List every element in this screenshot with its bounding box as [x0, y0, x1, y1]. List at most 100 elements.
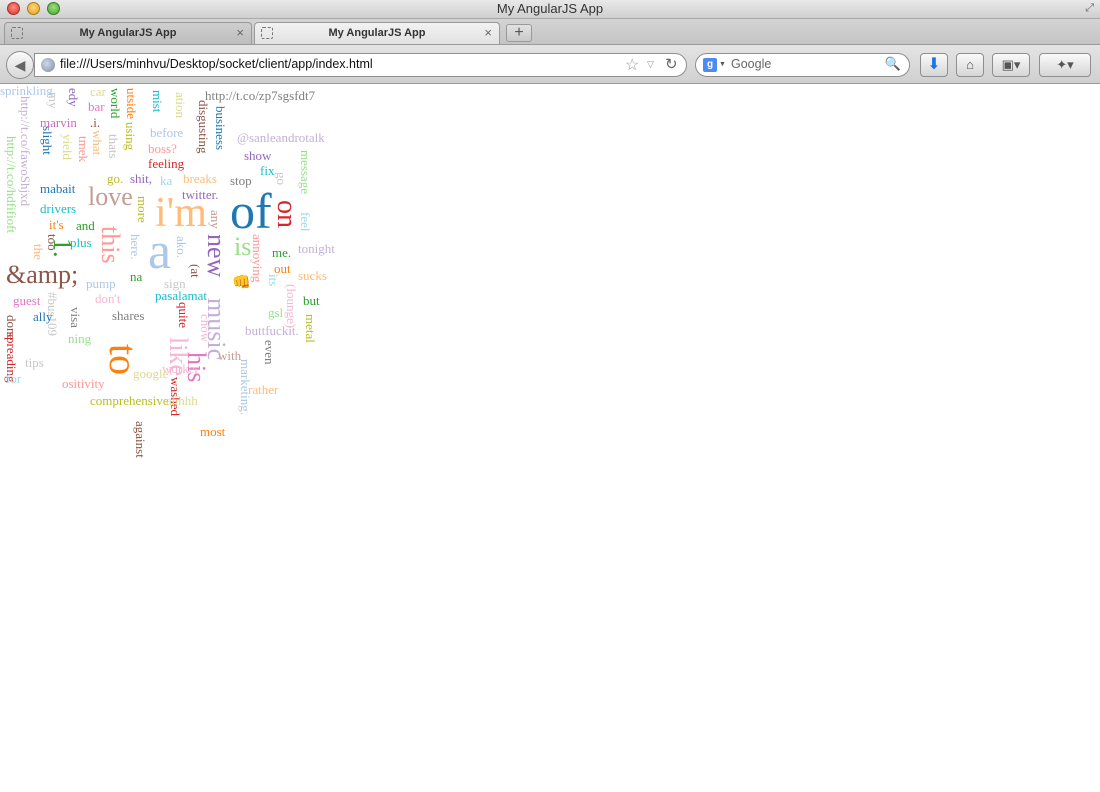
word-cloud-word: love — [88, 182, 133, 211]
bookmarks-menu-button[interactable]: ▣▾ — [992, 53, 1030, 77]
word-cloud-word: guest — [13, 293, 41, 308]
word-cloud-word: na — [130, 269, 143, 284]
word-cloud-word: world — [108, 88, 123, 119]
word-cloud-word: ahhhh — [166, 393, 198, 408]
word-cloud-word: go — [274, 172, 289, 185]
tab-1[interactable]: My AngularJS App × — [4, 22, 252, 44]
word-cloud-word: utside — [124, 88, 139, 120]
word-cloud-word: buttfuckit. — [245, 323, 299, 338]
word-cloud-word: (at — [188, 264, 203, 278]
word-cloud-word: bar — [88, 99, 105, 114]
word-cloud-word: feeling — [148, 156, 185, 171]
word-cloud-word: new — [202, 234, 231, 278]
word-cloud-word: yield — [60, 134, 75, 160]
word-cloud-word: chow — [198, 314, 213, 343]
tab-2[interactable]: My AngularJS App × — [254, 22, 500, 44]
word-cloud-word: what — [90, 130, 105, 156]
new-tab-button[interactable]: + — [506, 24, 532, 42]
word-cloud-word: business — [213, 106, 228, 151]
downloads-button[interactable]: ⬇ — [920, 53, 948, 77]
word-cloud-word: ka — [160, 173, 173, 188]
word-cloud-word: here. — [128, 234, 143, 260]
window-title: My AngularJS App — [496, 1, 604, 16]
word-cloud-word: car — [90, 84, 106, 99]
word-cloud-word: rather — [248, 382, 279, 397]
word-cloud-word: @sanleandrotalk — [237, 130, 325, 145]
word-cloud-word: this — [96, 226, 125, 264]
word-cloud-word: tmek — [76, 136, 91, 162]
word-cloud-word: against — [133, 421, 148, 458]
word-cloud-word: most — [200, 424, 226, 439]
word-cloud-word: annoying — [250, 234, 265, 283]
home-button[interactable]: ⌂ — [956, 53, 984, 77]
bookmark-star-icon[interactable]: ☆ — [625, 55, 639, 75]
url-text[interactable]: file:///Users/minhvu/Desktop/socket/clie… — [60, 57, 373, 71]
word-cloud-word: message — [298, 150, 313, 195]
word-cloud-word: visa — [68, 307, 83, 328]
word-cloud-word: disgusting — [196, 100, 211, 154]
word-cloud-word: tips — [25, 355, 44, 370]
word-cloud-word: more — [135, 196, 150, 223]
word-cloud-word: 1. — [48, 238, 77, 258]
word-cloud-word: breaks — [183, 171, 217, 186]
word-cloud-word: http://t.co/fawoShjxd — [18, 96, 33, 207]
word-cloud-word: its — [266, 274, 281, 287]
word-cloud-word: http://t.co/zp7sgsfdt7 — [205, 88, 316, 103]
navigation-toolbar: file:///Users/minhvu/Desktop/socket/clie… — [0, 45, 1100, 84]
word-cloud-word: thats — [106, 134, 121, 159]
word-cloud-word: drivers — [40, 201, 77, 216]
word-cloud-word: mabait — [40, 181, 76, 196]
word-cloud-word: of — [230, 183, 272, 239]
word-cloud-word: for — [6, 371, 22, 386]
url-history-dropdown-icon[interactable]: ▽ — [647, 59, 654, 70]
search-placeholder: Google — [731, 57, 772, 71]
tab-strip: My AngularJS App × My AngularJS App × — [0, 19, 1100, 45]
word-cloud-word: .i. — [90, 115, 101, 130]
word-cloud-word: &amp; — [6, 260, 79, 289]
word-cloud-word: me. — [272, 245, 292, 260]
word-cloud-word: a — [148, 223, 172, 280]
word-cloud-word: it's — [49, 217, 64, 232]
word-cloud-word: boss? — [148, 141, 177, 156]
word-cloud-word: feel — [298, 212, 313, 232]
word-cloud-word: (lounge) — [284, 284, 299, 329]
search-icon[interactable]: 🔍 — [885, 56, 901, 72]
word-cloud-word: sucks — [298, 268, 327, 283]
search-input[interactable]: g ▼ Google 🔍 — [695, 53, 910, 77]
word-cloud-word: fix — [260, 163, 275, 178]
back-button[interactable]: ◀ — [6, 51, 34, 79]
close-tab-icon[interactable]: × — [484, 25, 492, 40]
word-cloud-word: ally — [33, 309, 53, 324]
engine-dropdown-icon[interactable]: ▼ — [719, 61, 726, 68]
reload-icon[interactable]: ↻ — [665, 55, 678, 73]
word-cloud-word: edy — [66, 88, 81, 107]
fullscreen-icon[interactable]: ⤢ — [1085, 2, 1094, 15]
word-cloud-word: and — [76, 218, 95, 233]
word-cloud-word: show — [244, 148, 272, 163]
page-content: http://t.co/zp7sgsfdt7 car edy bar .i. my marv… — [0, 84, 1100, 792]
close-tab-icon[interactable]: × — [236, 25, 244, 40]
address-bar[interactable]: file:///Users/minhvu/Desktop/socket/clie… — [34, 53, 687, 77]
word-cloud-word: before — [150, 125, 184, 140]
google-engine-icon[interactable]: g — [703, 58, 717, 72]
word-cloud-word: pasalamat — [155, 288, 207, 303]
word-cloud-word: ako. — [174, 236, 189, 259]
globe-icon — [41, 58, 55, 72]
word-cloud-word: ning — [68, 331, 92, 346]
word-cloud-word: the — [31, 244, 46, 260]
extension-menu-button[interactable]: ✦▾ — [1039, 53, 1091, 77]
word-cloud-word: ositivity — [62, 376, 105, 391]
word-cloud-word: gsl — [268, 305, 284, 320]
word-cloud-word: ation — [173, 92, 188, 118]
word-cloud-word: but — [303, 293, 320, 308]
word-cloud-word: google — [133, 366, 169, 381]
word-cloud-word: is — [234, 232, 252, 261]
word-cloud-word: metal — [303, 314, 318, 343]
word-cloud-word: sprinkling — [0, 84, 53, 98]
word-cloud-word: any — [208, 210, 223, 229]
word-cloud-word: http://t.co/hdfifioft — [4, 136, 19, 234]
tab-label: My AngularJS App — [79, 27, 177, 39]
word-cloud-word: 👊 — [232, 275, 251, 291]
word-cloud-word: on — [271, 200, 302, 228]
word-cloud-word: pump — [86, 276, 116, 291]
